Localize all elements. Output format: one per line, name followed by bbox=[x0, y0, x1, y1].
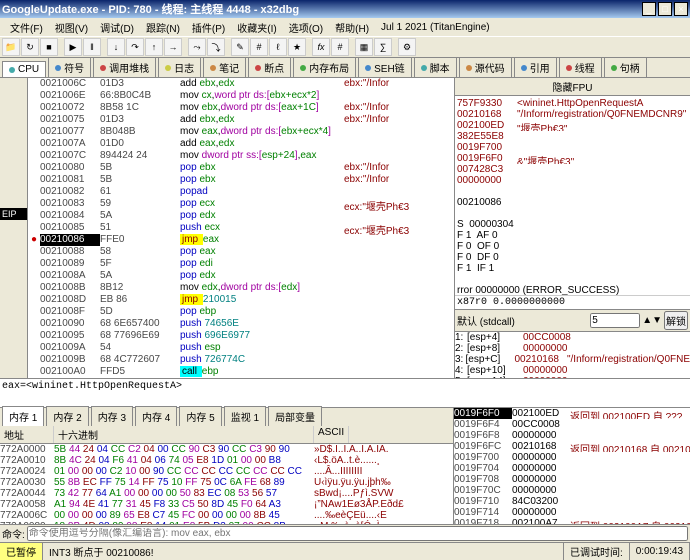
hash-icon[interactable]: # bbox=[331, 38, 349, 56]
close-button[interactable]: × bbox=[674, 2, 688, 16]
args-view[interactable]: 1:[esp+4]00CC00082:[esp+8]000000003:[esp… bbox=[455, 332, 690, 378]
step-icon[interactable]: → bbox=[164, 38, 182, 56]
view-tab[interactable]: 日志 bbox=[158, 57, 201, 77]
patch-icon[interactable]: ✎ bbox=[231, 38, 249, 56]
menu-item[interactable]: 视图(V) bbox=[49, 20, 94, 35]
menu-item[interactable]: 调试(D) bbox=[94, 20, 140, 35]
bookmark-icon[interactable]: ★ bbox=[288, 38, 306, 56]
calc-icon[interactable]: ∑ bbox=[374, 38, 392, 56]
status-paused: 已暂停 bbox=[0, 543, 43, 560]
modules-icon[interactable]: ▦ bbox=[355, 38, 373, 56]
toolbar: 📁 ↻ ■ ▶ ‖ ↓ ↷ ↑ → ⤳ ⤵ ✎ # ℓ ★ fx # ▦ ∑ ⚙ bbox=[0, 36, 690, 58]
view-tab[interactable]: 脚本 bbox=[414, 57, 457, 77]
dump-tab[interactable]: 局部变量 bbox=[268, 406, 322, 426]
view-tab[interactable]: 内存布局 bbox=[293, 57, 356, 77]
view-tab[interactable]: 源代码 bbox=[459, 57, 512, 77]
status-time: 0:00:19:43 bbox=[630, 543, 690, 560]
maximize-button[interactable]: □ bbox=[658, 2, 672, 16]
reg-footer: x87r0 0.0000000000 bbox=[455, 295, 690, 309]
arg-count-input[interactable] bbox=[590, 313, 640, 328]
stop-icon[interactable]: ■ bbox=[40, 38, 58, 56]
dump-col-hex: 十六进制 bbox=[54, 426, 314, 443]
info-line: eax=<wininet.HttpOpenRequestA> bbox=[0, 378, 690, 408]
menu-item[interactable]: 插件(P) bbox=[186, 20, 231, 35]
view-tab[interactable]: SEH链 bbox=[358, 57, 412, 77]
menu-item[interactable]: 选项(O) bbox=[283, 20, 329, 35]
cmd-label: 命令: bbox=[2, 526, 25, 541]
menu-item[interactable]: 跟踪(N) bbox=[140, 20, 186, 35]
callconv-label: 默认 (stdcall) bbox=[457, 313, 515, 328]
dump-tab[interactable]: 内存 2 bbox=[46, 406, 88, 426]
dump-tab[interactable]: 监视 1 bbox=[224, 406, 266, 426]
view-tab[interactable]: 调用堆栈 bbox=[93, 57, 156, 77]
restart-icon[interactable]: ↻ bbox=[21, 38, 39, 56]
disassembly-view[interactable]: 0021006C01D3add ebx,edxebx:"/Infor002100… bbox=[28, 78, 454, 378]
fpu-toggle[interactable]: 隐藏FPU bbox=[455, 78, 690, 96]
label-icon[interactable]: ℓ bbox=[269, 38, 287, 56]
open-icon[interactable]: 📁 bbox=[2, 38, 20, 56]
view-tab[interactable]: 句柄 bbox=[604, 57, 647, 77]
unlock-button[interactable]: 解锁 bbox=[664, 311, 688, 330]
command-input[interactable] bbox=[27, 526, 688, 541]
status-time-label: 已调试时间: bbox=[564, 543, 630, 560]
dump-tab[interactable]: 内存 3 bbox=[91, 406, 133, 426]
step-over-icon[interactable]: ↷ bbox=[126, 38, 144, 56]
view-tab[interactable]: 线程 bbox=[559, 57, 602, 77]
pause-icon[interactable]: ‖ bbox=[83, 38, 101, 56]
registers-view[interactable]: 757F9330<wininet.HttpOpenRequestA0021016… bbox=[455, 96, 690, 295]
fx-icon[interactable]: fx bbox=[312, 38, 330, 56]
trace-icon[interactable]: ⤳ bbox=[188, 38, 206, 56]
dump-col-addr: 地址 bbox=[0, 426, 54, 443]
view-tab[interactable]: 断点 bbox=[248, 57, 291, 77]
view-tab[interactable]: 符号 bbox=[48, 57, 91, 77]
stack-view[interactable]: 0019F6F0002100ED返回到 002100ED 自 ???0019F6… bbox=[454, 408, 690, 524]
trace-over-icon[interactable]: ⤵ bbox=[207, 38, 225, 56]
dump-col-ascii: ASCII bbox=[314, 426, 349, 443]
dump-tab[interactable]: 内存 4 bbox=[135, 406, 177, 426]
settings-icon[interactable]: ⚙ bbox=[398, 38, 416, 56]
comment-icon[interactable]: # bbox=[250, 38, 268, 56]
step-into-icon[interactable]: ↓ bbox=[107, 38, 125, 56]
view-tab[interactable]: 笔记 bbox=[203, 57, 246, 77]
eip-marker: EIP bbox=[0, 208, 27, 220]
menu-item: Jul 1 2021 (TitanEngine) bbox=[375, 22, 496, 33]
window-title: GoogleUpdate.exe - PID: 780 - 线程: 主线程 44… bbox=[2, 1, 299, 17]
view-tab[interactable]: 引用 bbox=[514, 57, 557, 77]
view-tab[interactable]: CPU bbox=[2, 61, 46, 77]
dump-tab[interactable]: 内存 1 bbox=[2, 406, 44, 426]
minimize-button[interactable]: _ bbox=[642, 2, 656, 16]
dump-tab[interactable]: 内存 5 bbox=[179, 406, 221, 426]
step-out-icon[interactable]: ↑ bbox=[145, 38, 163, 56]
menu-item[interactable]: 文件(F) bbox=[4, 20, 49, 35]
status-message: INT3 断点于 00210086! bbox=[43, 543, 564, 560]
gutter: EIP bbox=[0, 78, 28, 378]
run-icon[interactable]: ▶ bbox=[64, 38, 82, 56]
menu-item[interactable]: 帮助(H) bbox=[329, 20, 375, 35]
dump-view[interactable]: 772A00005B 44 24 04 CC C2 04 00 CC 90 C3… bbox=[0, 444, 453, 524]
menu-item[interactable]: 收藏夹(I) bbox=[231, 20, 282, 35]
